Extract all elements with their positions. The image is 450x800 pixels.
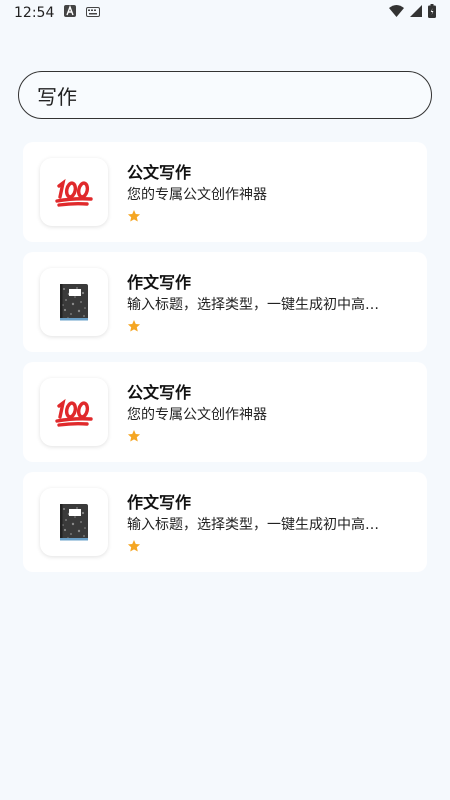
card-title: 作文写作: [127, 492, 192, 512]
card-title: 公文写作: [127, 162, 192, 182]
star-icon: [127, 428, 141, 447]
card-title: 公文写作: [127, 382, 192, 402]
status-time: 12:54: [14, 5, 55, 21]
battery-icon: [428, 4, 436, 22]
hundred-points-icon: [40, 378, 108, 446]
notebook-icon: [40, 488, 108, 556]
card-description: 您的专属公文创作神器: [127, 406, 267, 423]
star-icon: [127, 208, 141, 227]
result-card[interactable]: 公文写作您的专属公文创作神器: [23, 362, 427, 462]
search-bar[interactable]: [18, 71, 432, 119]
keyboard-icon: [86, 5, 101, 21]
result-card[interactable]: 作文写作输入标题，选择类型，一键生成初中高…: [23, 472, 427, 572]
card-text: 公文写作您的专属公文创作神器: [127, 383, 412, 442]
notification-a-icon: [64, 5, 77, 21]
result-card[interactable]: 公文写作您的专属公文创作神器: [23, 142, 427, 242]
signal-icon: [410, 5, 422, 21]
result-list: 公文写作 您的专属公文创作神器 作文写作 输入标题，选择类型，一键生成初中高… 公文…: [23, 142, 427, 582]
rating-stars: [127, 538, 412, 552]
status-left: 12:54: [14, 5, 101, 21]
rating-stars: [127, 208, 412, 222]
star-icon: [127, 538, 141, 557]
card-description: 您的专属公文创作神器: [127, 186, 267, 203]
rating-stars: [127, 428, 412, 442]
card-title: 作文写作: [127, 272, 192, 292]
wifi-icon: [389, 5, 404, 21]
hundred-points-icon: [40, 158, 108, 226]
card-description: 输入标题，选择类型，一键生成初中高…: [127, 516, 379, 533]
card-text: 作文写作输入标题，选择类型，一键生成初中高…: [127, 493, 412, 552]
card-description: 输入标题，选择类型，一键生成初中高…: [127, 296, 379, 313]
star-icon: [127, 318, 141, 337]
status-bar: 12:54: [0, 0, 450, 26]
search-input[interactable]: [37, 83, 413, 107]
card-text: 作文写作输入标题，选择类型，一键生成初中高…: [127, 273, 412, 332]
card-text: 公文写作您的专属公文创作神器: [127, 163, 412, 222]
status-right: [389, 4, 436, 22]
rating-stars: [127, 318, 412, 332]
result-card[interactable]: 作文写作输入标题，选择类型，一键生成初中高…: [23, 252, 427, 352]
notebook-icon: [40, 268, 108, 336]
